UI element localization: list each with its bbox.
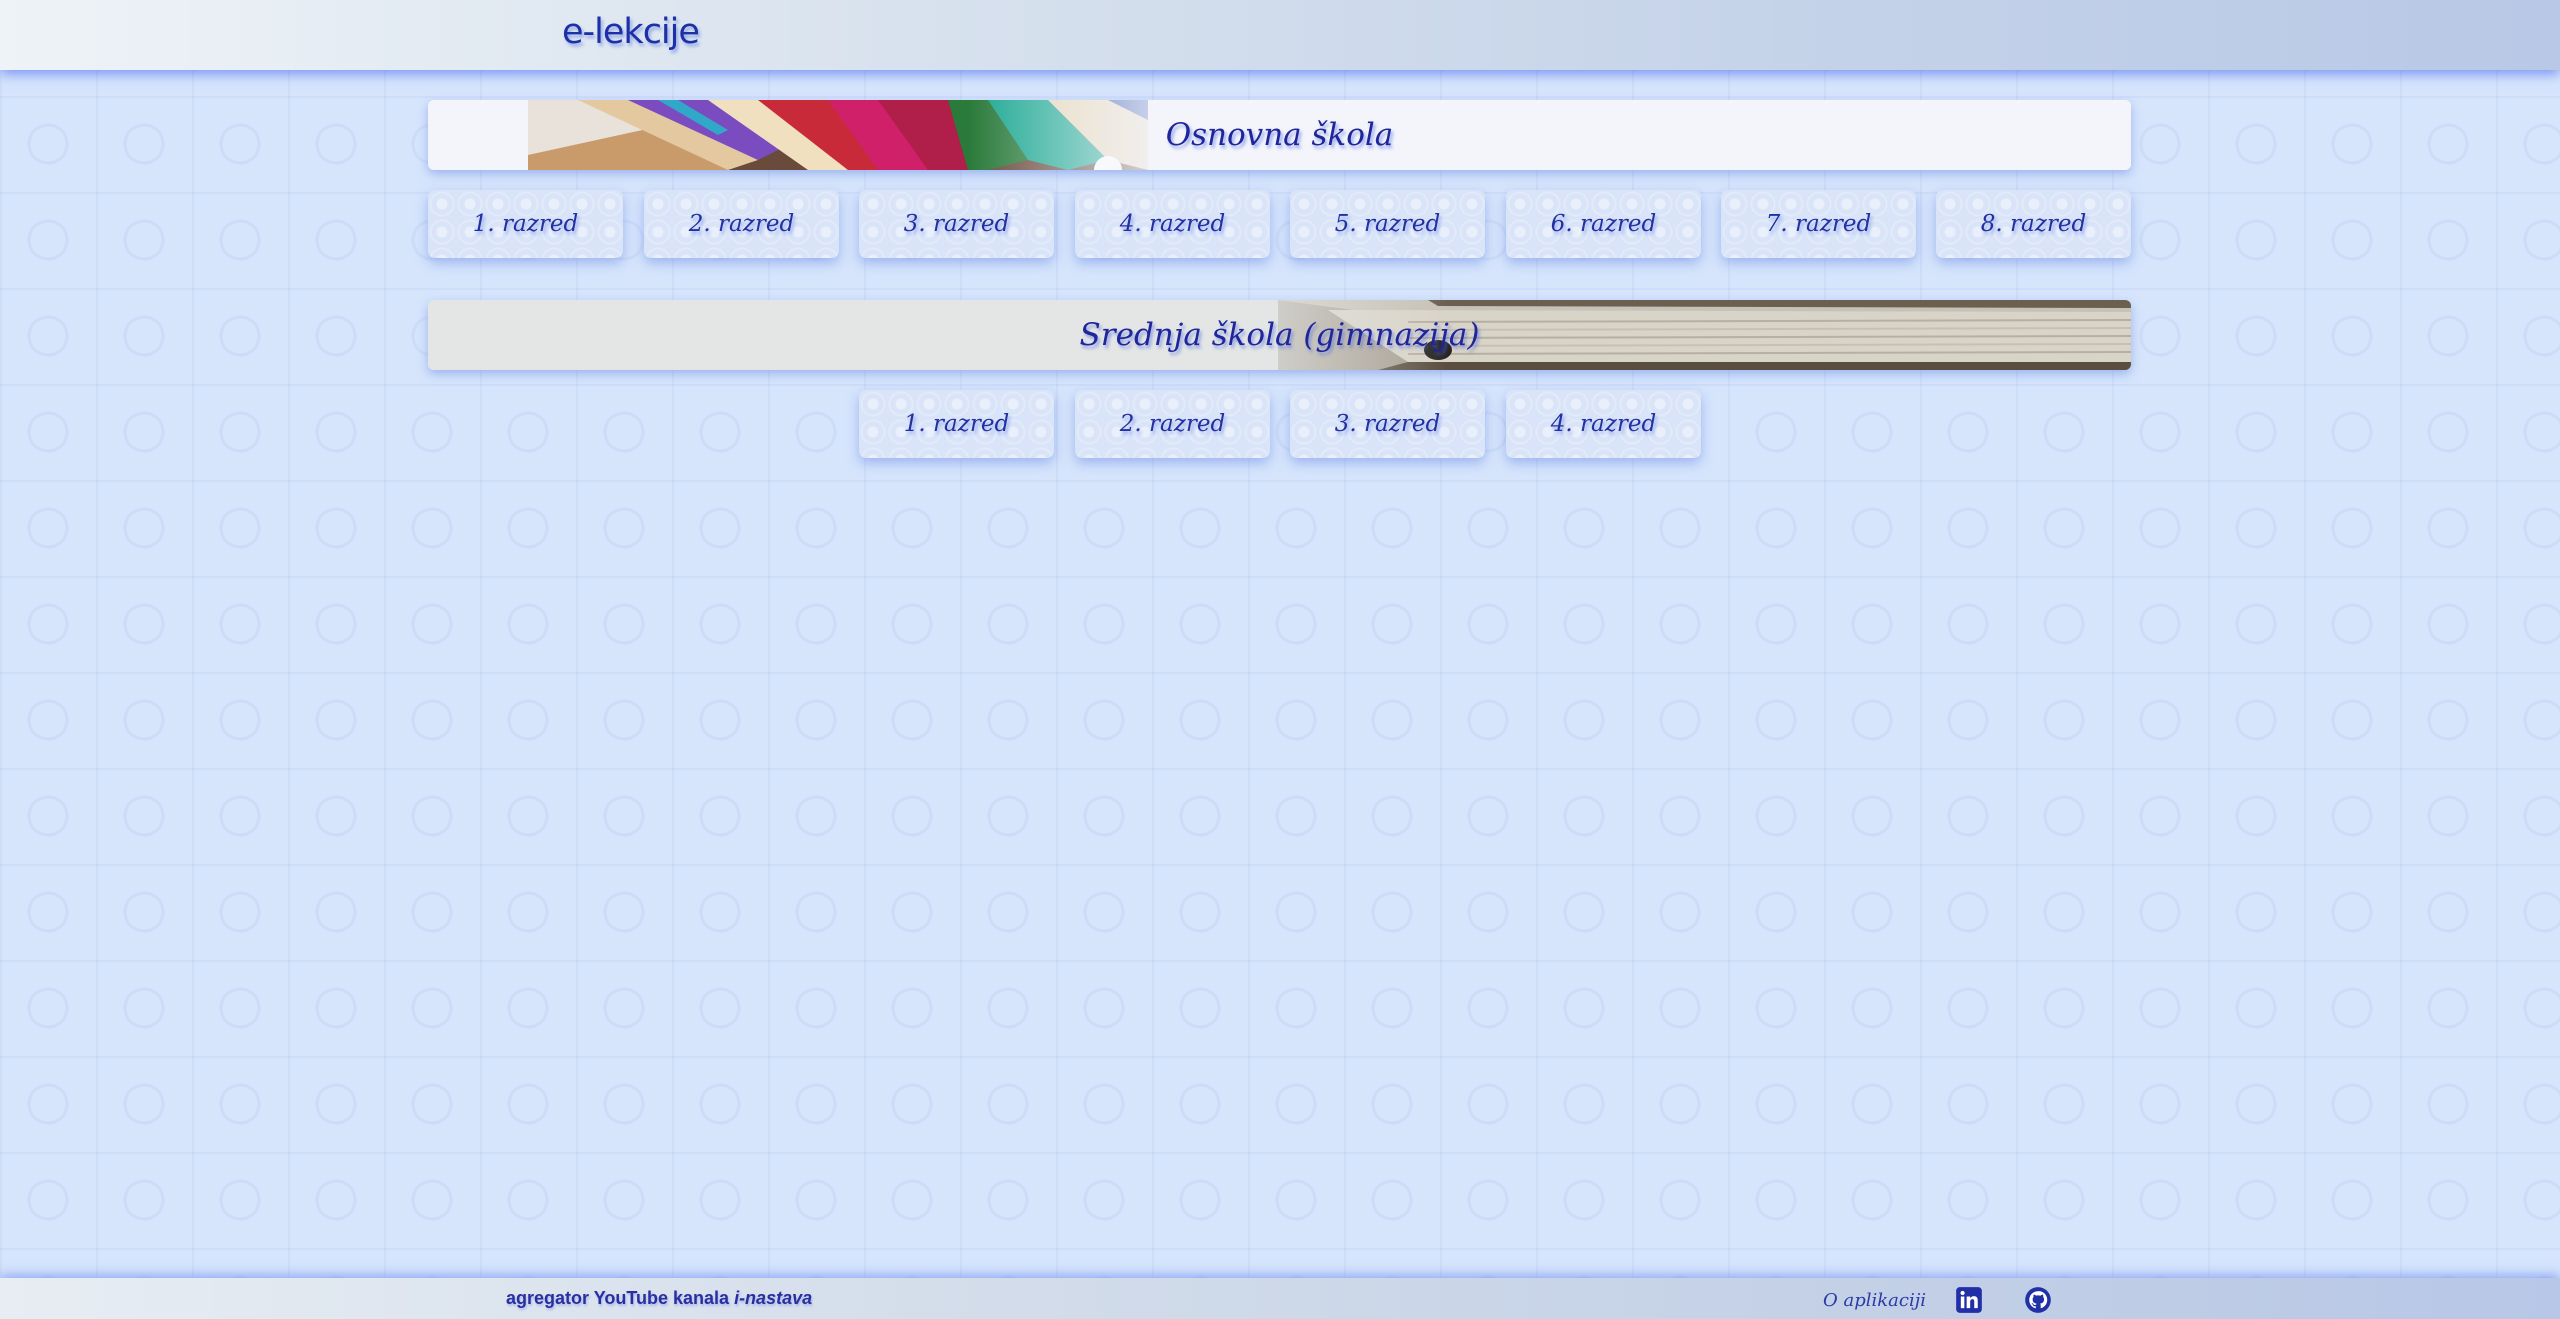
grade-button-osnovna-3[interactable]: 3. razred <box>859 190 1054 258</box>
grade-button-osnovna-2[interactable]: 2. razred <box>644 190 839 258</box>
section-title-srednja: Srednja škola (gimnazija) <box>1079 317 1480 353</box>
section-title-osnovna: Osnovna škola <box>1165 117 1394 153</box>
grade-button-srednja-2[interactable]: 2. razred <box>1075 390 1270 458</box>
grade-button-srednja-3[interactable]: 3. razred <box>1290 390 1485 458</box>
grade-button-osnovna-6[interactable]: 6. razred <box>1506 190 1701 258</box>
section-banner-srednja[interactable]: Srednja škola (gimnazija) <box>428 300 2131 370</box>
about-app-link[interactable]: O aplikaciji <box>1823 1290 1926 1311</box>
github-icon[interactable] <box>2024 1286 2052 1314</box>
grade-button-srednja-4[interactable]: 4. razred <box>1506 390 1701 458</box>
grade-button-osnovna-7[interactable]: 7. razred <box>1721 190 1916 258</box>
site-logo[interactable]: e-lekcije <box>562 12 700 52</box>
top-header: e-lekcije <box>0 0 2560 70</box>
section-banner-osnovna[interactable]: Osnovna škola <box>428 100 2131 170</box>
footer-tagline: agregator YouTube kanala i-nastava <box>506 1288 812 1309</box>
page-footer: agregator YouTube kanala i-nastava O apl… <box>0 1278 2560 1319</box>
grade-button-osnovna-8[interactable]: 8. razred <box>1936 190 2131 258</box>
grade-button-srednja-1[interactable]: 1. razred <box>859 390 1054 458</box>
grade-button-osnovna-5[interactable]: 5. razred <box>1290 190 1485 258</box>
footer-tagline-prefix: agregator YouTube kanala <box>506 1288 735 1308</box>
footer-tagline-channel-link[interactable]: i-nastava <box>734 1288 812 1308</box>
grade-button-osnovna-4[interactable]: 4. razred <box>1075 190 1270 258</box>
linkedin-icon[interactable] <box>1955 1286 1983 1314</box>
grade-button-osnovna-1[interactable]: 1. razred <box>428 190 623 258</box>
